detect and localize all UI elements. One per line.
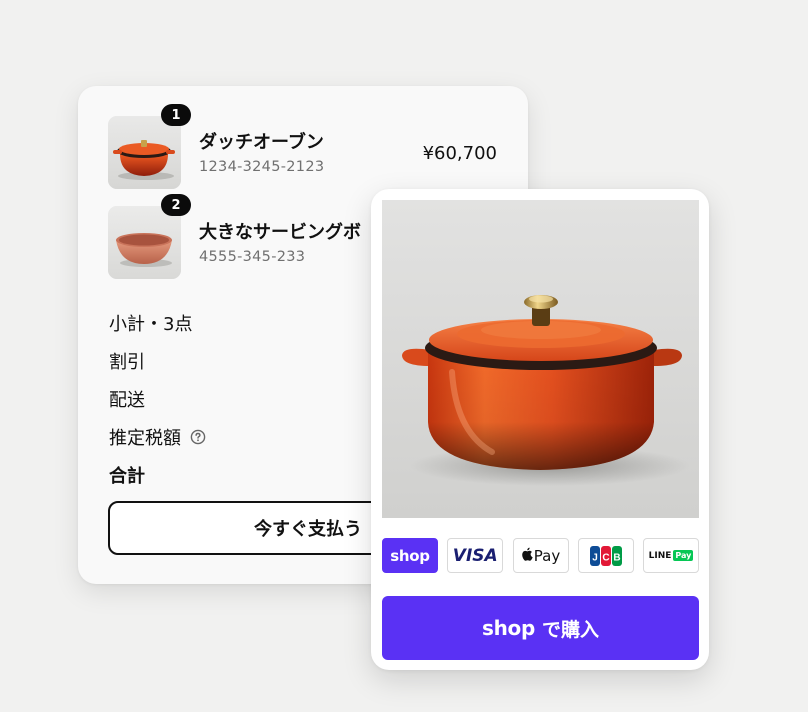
payment-methods: shop VISA Pay J C B LINE Pay <box>382 538 699 574</box>
tax-row: 推定税額 <box>109 418 206 456</box>
dutch-oven-thumbnail <box>108 116 181 189</box>
buy-with-shop-label: で購入 <box>541 618 599 641</box>
subtotal-label: 小計・3点 <box>109 314 193 335</box>
tax-label: 推定税額 <box>109 428 181 449</box>
total-row: 合計 <box>109 456 206 494</box>
line-pay-badge: LINE Pay <box>643 538 699 573</box>
apple-pay-label: Pay <box>533 546 561 565</box>
subtotal-row: 小計・3点 <box>109 304 206 342</box>
item-sku: 4555-345-233 <box>199 249 306 265</box>
jcb-badge: J C B <box>577 538 634 573</box>
order-summary: 小計・3点 割引 配送 推定税額 合計 <box>109 304 206 494</box>
shipping-row: 配送 <box>109 380 206 418</box>
quantity-badge: 1 <box>161 104 191 126</box>
discount-row: 割引 <box>109 342 206 380</box>
item-sku: 1234-3245-2123 <box>199 159 325 175</box>
item-name: 大きなサービングボ <box>199 222 361 243</box>
item-name: ダッチオーブン <box>199 132 324 153</box>
dutch-oven-photo <box>382 200 699 518</box>
visa-badge: VISA <box>447 538 504 573</box>
cart-line-item: 1 ダッチオーブン 1234-3245-2123 ¥60,700 <box>108 104 508 190</box>
shipping-label: 配送 <box>109 390 145 411</box>
jcb-letter-b: B <box>613 552 620 563</box>
line-pay-label: LINE <box>648 550 672 561</box>
item-price: ¥60,700 <box>422 143 497 164</box>
buy-with-shop-button[interactable]: shop で購入 <box>382 596 699 660</box>
product-card: shop VISA Pay J C B LINE Pay shop で購入 <box>371 189 709 670</box>
discount-label: 割引 <box>109 352 145 373</box>
apple-logo-icon <box>521 547 533 565</box>
jcb-letter-j: J <box>592 552 598 563</box>
shop-pay-badge: shop <box>382 538 438 573</box>
serving-bowl-thumbnail <box>108 206 181 279</box>
quantity-badge: 2 <box>161 194 191 216</box>
question-circle-icon[interactable] <box>190 429 206 445</box>
jcb-letter-c: C <box>602 552 609 563</box>
apple-pay-badge: Pay <box>512 538 569 573</box>
total-label: 合計 <box>109 466 145 487</box>
line-pay-pill: Pay <box>673 550 694 561</box>
shop-logo: shop <box>481 616 535 640</box>
